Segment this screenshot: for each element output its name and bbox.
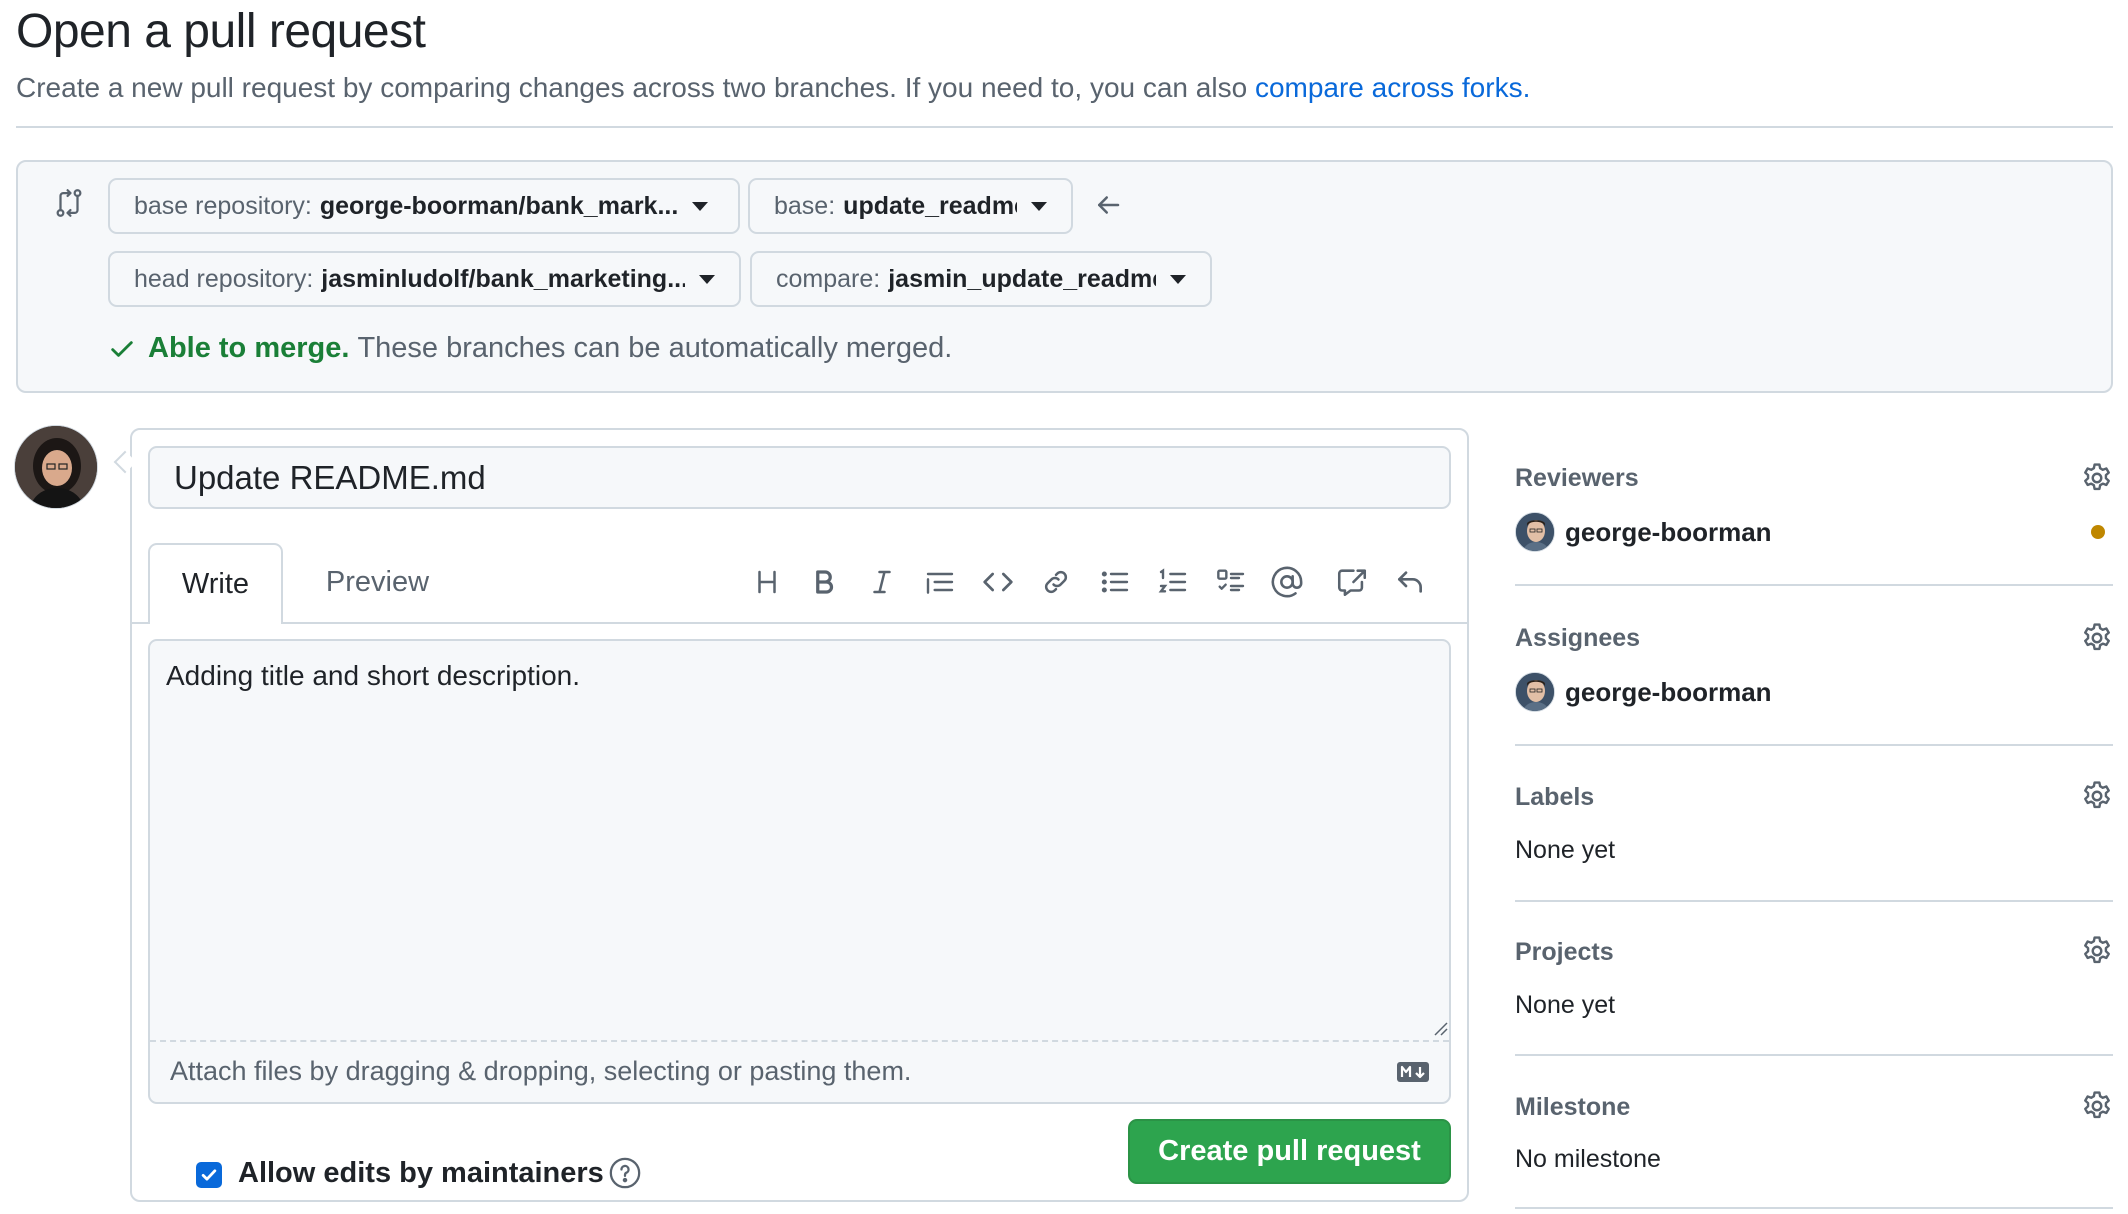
sidebar-divider bbox=[1515, 1207, 2113, 1209]
sidebar-divider bbox=[1515, 584, 2113, 586]
base-repository-value: george-boorman/bank_mark... bbox=[319, 191, 679, 220]
head-repository-select[interactable]: head repository: jasminludolf/bank_marke… bbox=[108, 251, 741, 307]
projects-value: None yet bbox=[1515, 991, 1616, 1019]
resize-grip-icon[interactable] bbox=[1430, 1018, 1448, 1036]
compare-branch-value: jasmin_update_readme bbox=[888, 264, 1156, 293]
milestone-value: No milestone bbox=[1515, 1145, 1661, 1173]
milestone-gear-icon[interactable] bbox=[2080, 1089, 2114, 1123]
reviewer-user[interactable]: george-boorman bbox=[1515, 512, 1772, 552]
chevron-down-icon bbox=[1031, 201, 1047, 211]
tabs-divider bbox=[132, 622, 1467, 624]
labels-gear-icon[interactable] bbox=[2080, 779, 2114, 813]
base-branch-value: update_readme bbox=[843, 191, 1017, 220]
allow-edits-label[interactable]: Allow edits by maintainers bbox=[238, 1157, 604, 1190]
labels-heading[interactable]: Labels bbox=[1515, 783, 1594, 812]
compare-across-forks-link[interactable]: compare across forks. bbox=[1255, 72, 1530, 103]
question-icon[interactable] bbox=[608, 1156, 642, 1190]
bold-icon[interactable] bbox=[802, 560, 846, 604]
sidebar-divider bbox=[1515, 744, 2113, 746]
title-input[interactable] bbox=[148, 446, 1451, 509]
tab-preview[interactable]: Preview bbox=[300, 543, 455, 622]
projects-heading[interactable]: Projects bbox=[1515, 938, 1614, 967]
create-pull-request-button[interactable]: Create pull request bbox=[1128, 1119, 1451, 1184]
quote-icon[interactable] bbox=[918, 560, 962, 604]
cross-reference-icon[interactable] bbox=[1330, 560, 1374, 604]
ordered-list-icon[interactable] bbox=[1151, 560, 1195, 604]
review-pending-status-dot bbox=[2091, 525, 2105, 539]
reviewer-username: george-boorman bbox=[1565, 516, 1772, 547]
projects-gear-icon[interactable] bbox=[2080, 934, 2114, 968]
reviewers-gear-icon[interactable] bbox=[2080, 461, 2114, 495]
subtitle-text: Create a new pull request by comparing c… bbox=[16, 72, 1255, 103]
assignee-user[interactable]: george-boorman bbox=[1515, 672, 1772, 712]
base-branch-select[interactable]: base: update_readme bbox=[748, 178, 1073, 234]
base-branch-label: base: bbox=[774, 191, 836, 220]
merge-status: Able to merge. These branches can be aut… bbox=[108, 332, 952, 365]
code-icon[interactable] bbox=[976, 560, 1020, 604]
heading-icon[interactable] bbox=[745, 560, 789, 604]
merge-status-detail: These branches can be automatically merg… bbox=[357, 332, 953, 364]
chevron-down-icon bbox=[692, 201, 709, 211]
avatar bbox=[1515, 512, 1555, 552]
header-divider bbox=[16, 126, 2113, 128]
comment-body-textarea[interactable] bbox=[148, 639, 1451, 1104]
link-icon[interactable] bbox=[1034, 560, 1078, 604]
sidebar-divider bbox=[1515, 900, 2113, 902]
assignee-username: george-boorman bbox=[1565, 676, 1772, 707]
base-repository-select[interactable]: base repository: george-boorman/bank_mar… bbox=[108, 178, 740, 234]
milestone-heading[interactable]: Milestone bbox=[1515, 1093, 1630, 1122]
arrow-left-icon bbox=[1093, 190, 1123, 220]
git-compare-icon bbox=[52, 186, 86, 220]
head-repository-value: jasminludolf/bank_marketing... bbox=[321, 264, 685, 293]
chevron-down-icon bbox=[1170, 274, 1186, 284]
page-subtitle: Create a new pull request by comparing c… bbox=[16, 72, 1530, 104]
author-avatar[interactable] bbox=[14, 425, 98, 509]
compare-branch-select[interactable]: compare: jasmin_update_readme bbox=[750, 251, 1212, 307]
sidebar-divider bbox=[1515, 1054, 2113, 1056]
tab-write[interactable]: Write bbox=[148, 543, 283, 624]
avatar bbox=[1515, 672, 1555, 712]
comment-body-text: Adding title and short description. bbox=[166, 660, 581, 691]
assignees-gear-icon[interactable] bbox=[2080, 621, 2114, 655]
check-icon bbox=[108, 335, 136, 363]
merge-status-ok: Able to merge. bbox=[148, 332, 350, 364]
mention-icon[interactable] bbox=[1265, 560, 1309, 604]
reply-icon[interactable] bbox=[1388, 560, 1432, 604]
assignees-heading[interactable]: Assignees bbox=[1515, 624, 1640, 653]
reviewers-heading[interactable]: Reviewers bbox=[1515, 464, 1639, 493]
attach-divider bbox=[150, 1040, 1449, 1042]
allow-edits-checkbox[interactable] bbox=[196, 1162, 222, 1188]
markdown-icon[interactable] bbox=[1396, 1061, 1430, 1083]
base-repository-label: base repository: bbox=[134, 191, 312, 220]
labels-value: None yet bbox=[1515, 836, 1616, 864]
italic-icon[interactable] bbox=[860, 560, 904, 604]
compare-branch-label: compare: bbox=[776, 264, 881, 293]
page-title: Open a pull request bbox=[16, 5, 426, 58]
chevron-down-icon bbox=[699, 274, 715, 284]
head-repository-label: head repository: bbox=[134, 264, 314, 293]
task-list-icon[interactable] bbox=[1209, 560, 1253, 604]
attach-files-hint[interactable]: Attach files by dragging & dropping, sel… bbox=[170, 1056, 911, 1087]
unordered-list-icon[interactable] bbox=[1093, 560, 1137, 604]
